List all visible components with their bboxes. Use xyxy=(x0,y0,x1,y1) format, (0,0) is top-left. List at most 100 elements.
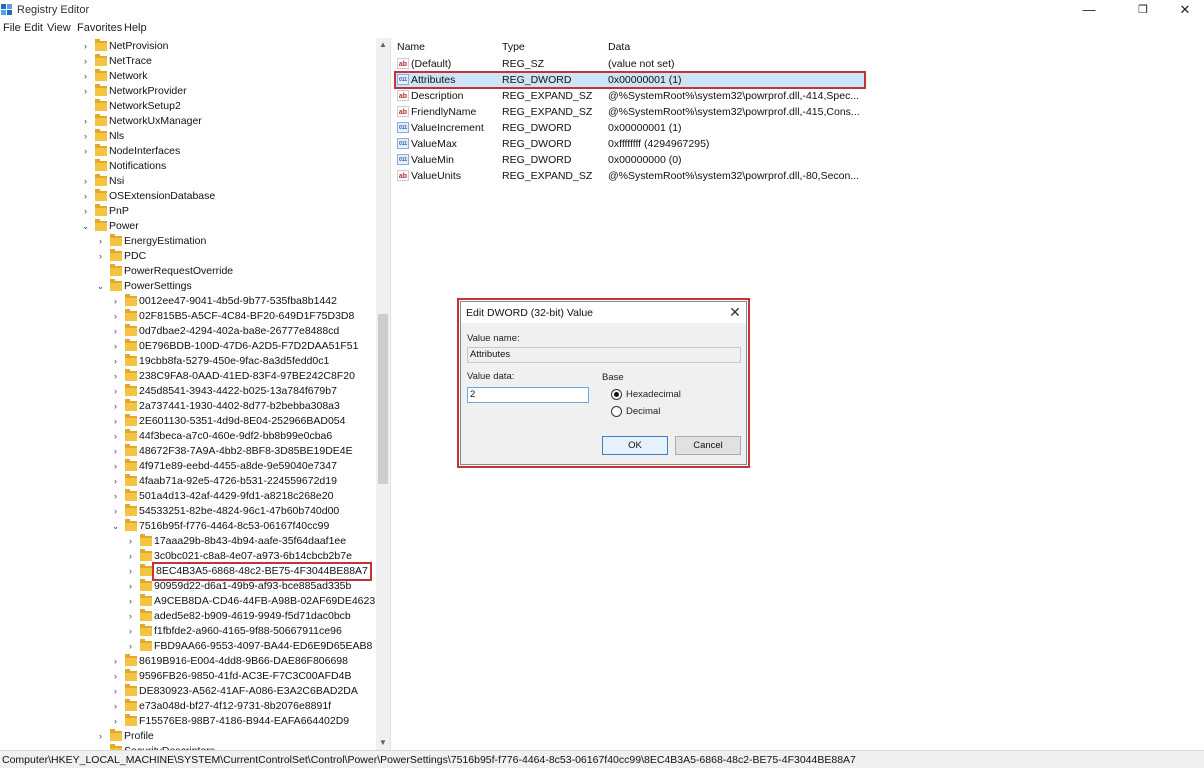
chevron-right-icon[interactable]: › xyxy=(81,85,90,98)
tree-node[interactable]: › 4faab71a-92e5-4726-b531-224559672d19 xyxy=(0,474,376,489)
chevron-right-icon[interactable]: › xyxy=(96,235,105,248)
value-row[interactable]: ab ValueUnits REG_EXPAND_SZ @%SystemRoot%\s… xyxy=(395,168,865,184)
chevron-right-icon[interactable]: › xyxy=(81,115,90,128)
chevron-right-icon[interactable]: › xyxy=(81,55,90,68)
chevron-right-icon[interactable]: › xyxy=(126,580,135,593)
tree-node[interactable]: › NodeInterfaces xyxy=(0,144,376,159)
tree-node[interactable]: ⌄ 7516b95f-f776-4464-8c53-06167f40cc99 xyxy=(0,519,376,534)
chevron-right-icon[interactable]: › xyxy=(111,415,120,428)
tree-node-label[interactable]: Nsi xyxy=(109,174,124,189)
tree-node-label[interactable]: 19cbb8fa-5279-450e-9fac-8a3d5fedd0c1 xyxy=(139,354,329,369)
tree-node-label[interactable]: Nls xyxy=(109,129,124,144)
hexadecimal-radio[interactable] xyxy=(611,389,622,400)
chevron-right-icon[interactable]: › xyxy=(111,295,120,308)
tree-node-label[interactable]: 238C9FA8-0AAD-41ED-83F4-97BE242C8F20 xyxy=(139,369,355,384)
tree-node-label[interactable]: 245d8541-3943-4422-b025-13a784f679b7 xyxy=(139,384,337,399)
chevron-right-icon[interactable]: › xyxy=(96,250,105,263)
chevron-right-icon[interactable]: › xyxy=(111,700,120,713)
chevron-right-icon[interactable]: › xyxy=(111,370,120,383)
tree-node-label[interactable]: FBD9AA66-9553-4097-BA44-ED6E9D65EAB8 xyxy=(154,639,372,654)
tree-node-label[interactable]: e73a048d-bf27-4f12-9731-8b2076e8891f xyxy=(139,699,331,714)
tree-node[interactable]: › NetTrace xyxy=(0,54,376,69)
tree-node[interactable]: NetworkSetup2 xyxy=(0,99,376,114)
chevron-right-icon[interactable]: › xyxy=(96,730,105,743)
value-row[interactable]: 011 ValueIncrement REG_DWORD 0x00000001 (1) xyxy=(395,120,865,136)
pane-splitter[interactable] xyxy=(390,38,394,750)
value-row[interactable]: ab (Default) REG_SZ (value not set) xyxy=(395,56,865,72)
tree-node[interactable]: › f1fbfde2-a960-4165-9f88-50667911ce96 xyxy=(0,624,376,639)
tree-node[interactable]: › 4f971e89-eebd-4455-a8de-9e59040e7347 xyxy=(0,459,376,474)
chevron-right-icon[interactable]: › xyxy=(111,400,120,413)
chevron-right-icon[interactable]: › xyxy=(111,310,120,323)
chevron-right-icon[interactable]: › xyxy=(81,40,90,53)
tree-node-label[interactable]: NetworkUxManager xyxy=(109,114,202,129)
tree-node-label[interactable]: Profile xyxy=(124,729,154,744)
tree-scrollbar[interactable]: ▲ ▼ xyxy=(376,38,390,750)
tree-node[interactable]: › A9CEB8DA-CD46-44FB-A98B-02AF69DE4623 xyxy=(0,594,376,609)
tree-node[interactable]: › 8EC4B3A5-6868-48c2-BE75-4F3044BE88A7 xyxy=(0,562,376,581)
tree-node-label[interactable]: OSExtensionDatabase xyxy=(109,189,215,204)
tree-node[interactable]: › PnP xyxy=(0,204,376,219)
tree-node-label[interactable]: 0d7dbae2-4294-402a-ba8e-26777e8488cd xyxy=(139,324,339,339)
tree-node[interactable]: › DE830923-A562-41AF-A086-E3A2C6BAD2DA xyxy=(0,684,376,699)
tree-node-label[interactable]: NodeInterfaces xyxy=(109,144,180,159)
tree-node[interactable]: › 8619B916-E004-4dd8-9B66-DAE86F806698 xyxy=(0,654,376,669)
chevron-right-icon[interactable]: › xyxy=(111,490,120,503)
tree-node[interactable]: › 501a4d13-42af-4429-9fd1-a8218c268e20 xyxy=(0,489,376,504)
chevron-right-icon[interactable]: › xyxy=(111,505,120,518)
chevron-right-icon[interactable]: › xyxy=(81,205,90,218)
tree-node[interactable]: › Nsi xyxy=(0,174,376,189)
chevron-right-icon[interactable]: › xyxy=(81,145,90,158)
tree-node[interactable]: › FBD9AA66-9553-4097-BA44-ED6E9D65EAB8 xyxy=(0,639,376,654)
chevron-right-icon[interactable]: › xyxy=(81,190,90,203)
column-header-data[interactable]: Data xyxy=(608,41,630,53)
chevron-right-icon[interactable]: › xyxy=(111,655,120,668)
tree-node[interactable]: › Nls xyxy=(0,129,376,144)
chevron-right-icon[interactable]: › xyxy=(81,70,90,83)
tree-node-label[interactable]: A9CEB8DA-CD46-44FB-A98B-02AF69DE4623 xyxy=(154,594,375,609)
chevron-right-icon[interactable]: › xyxy=(111,685,120,698)
column-header-name[interactable]: Name xyxy=(397,41,425,53)
value-data-field[interactable]: 2 xyxy=(467,387,589,403)
tree-node-label[interactable]: 44f3beca-a7c0-460e-9df2-bb8b99e0cba6 xyxy=(139,429,332,444)
tree-node[interactable]: › e73a048d-bf27-4f12-9731-8b2076e8891f xyxy=(0,699,376,714)
tree-node[interactable]: › NetProvision xyxy=(0,39,376,54)
chevron-right-icon[interactable]: › xyxy=(111,715,120,728)
maximize-button[interactable]: ❐ xyxy=(1120,0,1166,21)
chevron-right-icon[interactable]: › xyxy=(111,445,120,458)
tree-node-label[interactable]: EnergyEstimation xyxy=(124,234,206,249)
tree-node[interactable]: ⌄ Power xyxy=(0,219,376,234)
tree-node[interactable]: › 9596FB26-9850-41fd-AC3E-F7C3C00AFD4B xyxy=(0,669,376,684)
tree-node-label[interactable]: PowerRequestOverride xyxy=(124,264,233,279)
tree-node[interactable]: ⌄ PowerSettings xyxy=(0,279,376,294)
chevron-down-icon[interactable]: ⌄ xyxy=(96,280,105,293)
value-row[interactable]: 011 ValueMin REG_DWORD 0x00000000 (0) xyxy=(395,152,865,168)
tree-node[interactable]: › EnergyEstimation xyxy=(0,234,376,249)
tree-node-label[interactable]: PnP xyxy=(109,204,129,219)
value-row[interactable]: 011 Attributes REG_DWORD 0x00000001 (1) xyxy=(394,71,866,89)
tree-node-label[interactable]: 4faab71a-92e5-4726-b531-224559672d19 xyxy=(139,474,337,489)
chevron-right-icon[interactable]: › xyxy=(126,550,135,563)
value-row[interactable]: ab Description REG_EXPAND_SZ @%SystemRoot%\… xyxy=(395,88,865,104)
chevron-down-icon[interactable]: ⌄ xyxy=(81,220,90,233)
chevron-right-icon[interactable]: › xyxy=(111,670,120,683)
value-row[interactable]: ab FriendlyName REG_EXPAND_SZ @%SystemRoot%… xyxy=(395,104,865,120)
tree-node[interactable]: PowerRequestOverride xyxy=(0,264,376,279)
tree-node-label[interactable]: Network xyxy=(109,69,148,84)
tree-node-label[interactable]: 8619B916-E004-4dd8-9B66-DAE86F806698 xyxy=(139,654,348,669)
menu-edit[interactable]: Edit xyxy=(24,22,43,34)
tree-node[interactable]: › Profile xyxy=(0,729,376,744)
tree-node[interactable]: › OSExtensionDatabase xyxy=(0,189,376,204)
scroll-thumb[interactable] xyxy=(378,314,388,484)
tree-node-label[interactable]: 3c0bc021-c8a8-4e07-a973-6b14cbcb2b7e xyxy=(154,549,352,564)
tree-node[interactable]: › 02F815B5-A5CF-4C84-BF20-649D1F75D3D8 xyxy=(0,309,376,324)
tree-node-label[interactable]: Power xyxy=(109,219,139,234)
chevron-right-icon[interactable]: › xyxy=(126,595,135,608)
scroll-down-icon[interactable]: ▼ xyxy=(376,736,390,750)
tree-node-label[interactable]: F15576E8-98B7-4186-B944-EAFA664402D9 xyxy=(139,714,349,729)
tree-node[interactable]: › 90959d22-d6a1-49b9-af93-bce885ad335b xyxy=(0,579,376,594)
tree-node[interactable]: › 245d8541-3943-4422-b025-13a784f679b7 xyxy=(0,384,376,399)
menu-file[interactable]: File xyxy=(3,22,21,34)
chevron-right-icon[interactable]: › xyxy=(126,565,135,578)
tree-node-label[interactable]: 501a4d13-42af-4429-9fd1-a8218c268e20 xyxy=(139,489,333,504)
